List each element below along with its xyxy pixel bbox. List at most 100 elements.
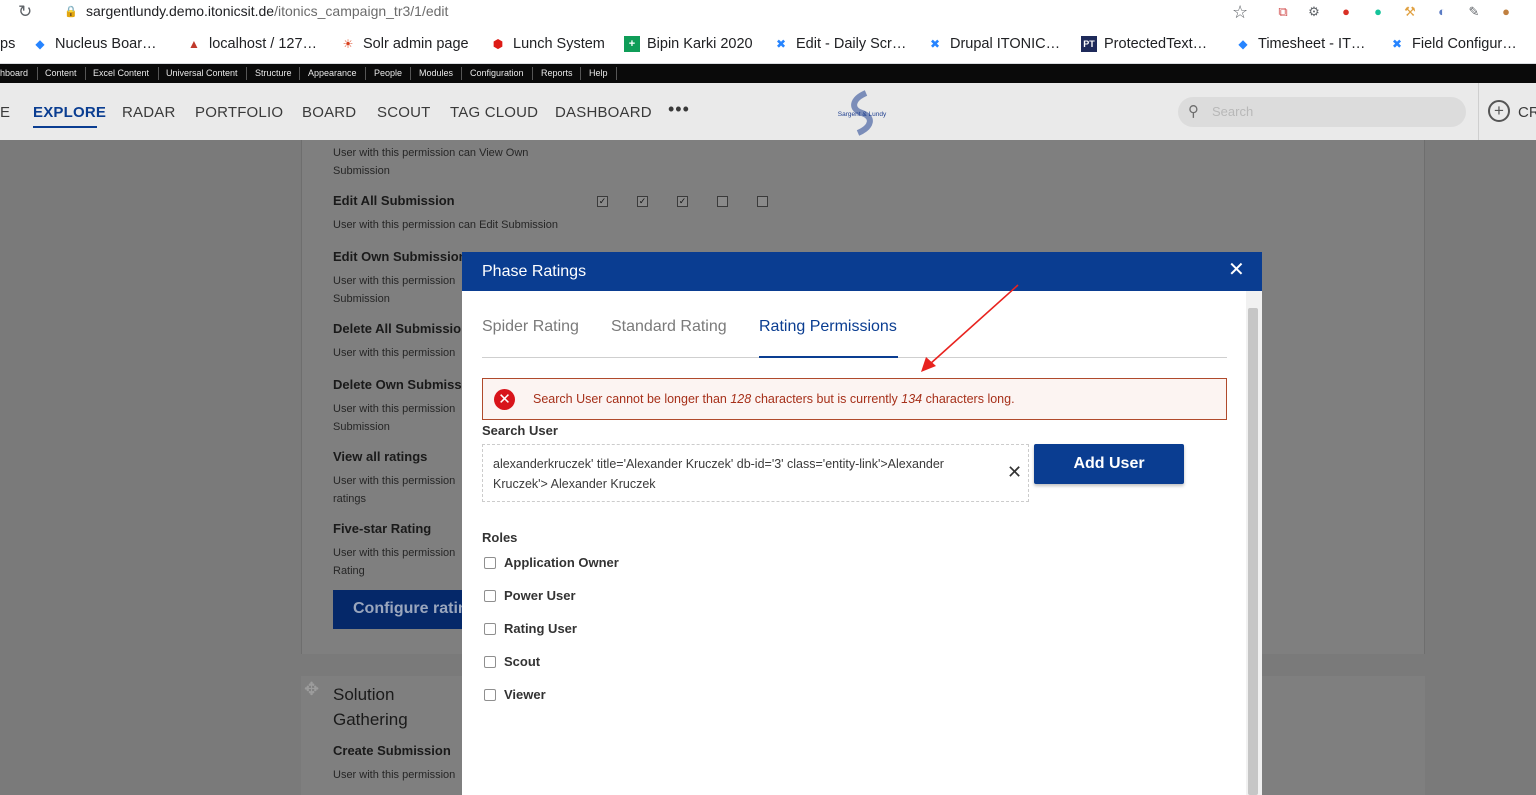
permission-description: User with this permission ratings: [333, 475, 456, 505]
nav-item-scout[interactable]: SCOUT: [377, 104, 431, 121]
permission-description: User with this permission can Edit Submi…: [333, 219, 558, 231]
bookmark-localhost[interactable]: ▲ localhost / 127…: [186, 36, 317, 52]
bookmark-lunch[interactable]: ⬢ Lunch System: [490, 36, 605, 52]
phase-ratings-modal: Phase Ratings ✕ Spider Rating Standard R…: [462, 252, 1262, 795]
settings-extension-icon[interactable]: ⚙: [1306, 4, 1322, 20]
admin-separator: [365, 67, 366, 80]
bookmark-solr[interactable]: ☀ Solr admin page: [340, 36, 469, 52]
role-rating-user[interactable]: Rating User: [484, 621, 577, 636]
tab-rating-permissions[interactable]: Rating Permissions: [759, 318, 897, 336]
reload-icon[interactable]: ↻: [18, 2, 32, 22]
plus-circle-icon[interactable]: +: [1488, 100, 1510, 122]
bookmark-nucleus[interactable]: ◆ Nucleus Boar…: [32, 36, 156, 52]
role-checkbox[interactable]: [484, 556, 496, 569]
permission-title: Five-star Rating: [333, 521, 432, 536]
bookmark-protectedtext[interactable]: PT ProtectedText…: [1081, 36, 1207, 52]
admin-item-universal-content[interactable]: Universal Content: [166, 68, 238, 78]
error-alert: ✕ Search User cannot be longer than 128 …: [482, 378, 1227, 420]
extension-icon[interactable]: ⧉: [1275, 4, 1291, 20]
admin-item-dashboard[interactable]: hboard: [0, 68, 28, 78]
sheets-icon: +: [624, 36, 640, 52]
admin-item-modules[interactable]: Modules: [419, 68, 453, 78]
bookmark-bipin[interactable]: + Bipin Karki 2020: [624, 36, 753, 52]
role-checkbox[interactable]: [484, 589, 496, 602]
permission-description: User with this permission Submission: [333, 275, 456, 305]
permission-description: User with this permission: [333, 769, 456, 781]
diamond-icon: ◆: [1238, 37, 1248, 51]
permission-checkbox[interactable]: ✓: [677, 196, 688, 207]
clear-icon[interactable]: ✕: [1007, 462, 1022, 482]
lock-icon[interactable]: 🔒: [64, 5, 78, 18]
bookmark-timesheet[interactable]: ◆ Timesheet - IT…: [1235, 36, 1365, 52]
active-tab-indicator: [759, 356, 898, 358]
nav-item-tag-cloud[interactable]: TAG CLOUD: [450, 104, 538, 121]
global-search[interactable]: ⚲ Search: [1178, 97, 1466, 127]
nav-item-explore[interactable]: EXPLORE: [33, 104, 106, 121]
browser-address-bar: ↻ 🔒 sargentlundy.demo.itonicsit.de/itoni…: [0, 0, 1536, 26]
admin-item-help[interactable]: Help: [589, 68, 608, 78]
permission-checkbox[interactable]: ✓: [597, 196, 608, 207]
admin-separator: [299, 67, 300, 80]
extension-globe-icon[interactable]: ◐: [1434, 4, 1450, 20]
bookmark-edit-daily[interactable]: ✖ Edit - Daily Scr…: [773, 36, 906, 52]
admin-item-people[interactable]: People: [374, 68, 402, 78]
bookmark-field-config[interactable]: ✖ Field Configur…: [1389, 36, 1517, 52]
modal-scrollbar-thumb[interactable]: [1248, 308, 1258, 795]
role-checkbox[interactable]: [484, 655, 496, 668]
bookmark-label: Bipin Karki 2020: [647, 36, 753, 52]
admin-item-structure[interactable]: Structure: [255, 68, 292, 78]
role-viewer[interactable]: Viewer: [484, 687, 546, 702]
bookmark-star-icon[interactable]: ☆: [1232, 2, 1248, 23]
url-field[interactable]: sargentlundy.demo.itonicsit.de/itonics_c…: [86, 3, 448, 19]
bookmark-drupal[interactable]: ✖ Drupal ITONIC…: [927, 36, 1060, 52]
permission-description: User with this permission: [333, 347, 456, 359]
sargent-lundy-logo[interactable]: Sargent & Lundy: [822, 89, 902, 137]
admin-item-content[interactable]: Content: [45, 68, 77, 78]
error-message-middle: characters but is currently: [751, 392, 902, 406]
roles-label: Roles: [482, 530, 518, 545]
admin-item-configuration[interactable]: Configuration: [470, 68, 524, 78]
role-checkbox[interactable]: [484, 688, 496, 701]
permission-title: Delete All Submission: [333, 321, 470, 336]
close-icon[interactable]: ✕: [1228, 260, 1245, 280]
role-application-owner[interactable]: Application Owner: [484, 555, 619, 570]
role-power-user[interactable]: Power User: [484, 588, 576, 603]
nav-item-board[interactable]: BOARD: [302, 104, 356, 121]
nav-item-portfolio[interactable]: PORTFOLIO: [195, 104, 283, 121]
permission-checkbox[interactable]: [757, 196, 768, 207]
bookmark-apps[interactable]: ps: [0, 36, 15, 52]
extension-tool-icon[interactable]: ⚒: [1402, 4, 1418, 20]
add-user-button[interactable]: Add User: [1034, 444, 1184, 484]
eyedropper-icon[interactable]: ✎: [1466, 4, 1482, 20]
nav-item-radar[interactable]: RADAR: [122, 104, 176, 121]
tab-standard-rating[interactable]: Standard Rating: [611, 318, 727, 336]
modal-title: Phase Ratings: [482, 263, 587, 280]
solr-icon: ☀: [342, 37, 354, 51]
admin-separator: [246, 67, 247, 80]
create-label[interactable]: CR: [1518, 104, 1536, 121]
pt-icon: PT: [1081, 36, 1097, 52]
role-scout[interactable]: Scout: [484, 654, 540, 669]
permission-checkbox[interactable]: [717, 196, 728, 207]
admin-item-appearance[interactable]: Appearance: [308, 68, 357, 78]
admin-separator: [410, 67, 411, 80]
admin-item-excel-content[interactable]: Excel Content: [93, 68, 149, 78]
nav-item-partial[interactable]: E: [0, 104, 10, 121]
bookmark-label: ps: [0, 36, 16, 52]
cookie-icon[interactable]: ●: [1498, 4, 1514, 20]
error-message-suffix: characters long.: [922, 392, 1015, 406]
admin-item-reports[interactable]: Reports: [541, 68, 573, 78]
error-current-length: 134: [901, 392, 923, 406]
grammarly-icon[interactable]: ●: [1370, 4, 1386, 20]
drag-handle-icon[interactable]: ✥: [304, 679, 319, 700]
modal-header: Phase Ratings ✕: [462, 252, 1262, 291]
permission-checkbox[interactable]: ✓: [637, 196, 648, 207]
role-checkbox[interactable]: [484, 622, 496, 635]
nav-item-dashboard[interactable]: DASHBOARD: [555, 104, 652, 121]
angular-icon: ⬢: [492, 37, 504, 51]
url-host: sargentlundy.demo.itonicsit.de: [86, 3, 275, 19]
tab-spider-rating[interactable]: Spider Rating: [482, 318, 579, 336]
extension-red-icon[interactable]: ●: [1338, 4, 1354, 20]
more-menu-icon[interactable]: •••: [668, 99, 690, 120]
search-user-input[interactable]: alexanderkruczek' title='Alexander Krucz…: [482, 444, 1029, 502]
